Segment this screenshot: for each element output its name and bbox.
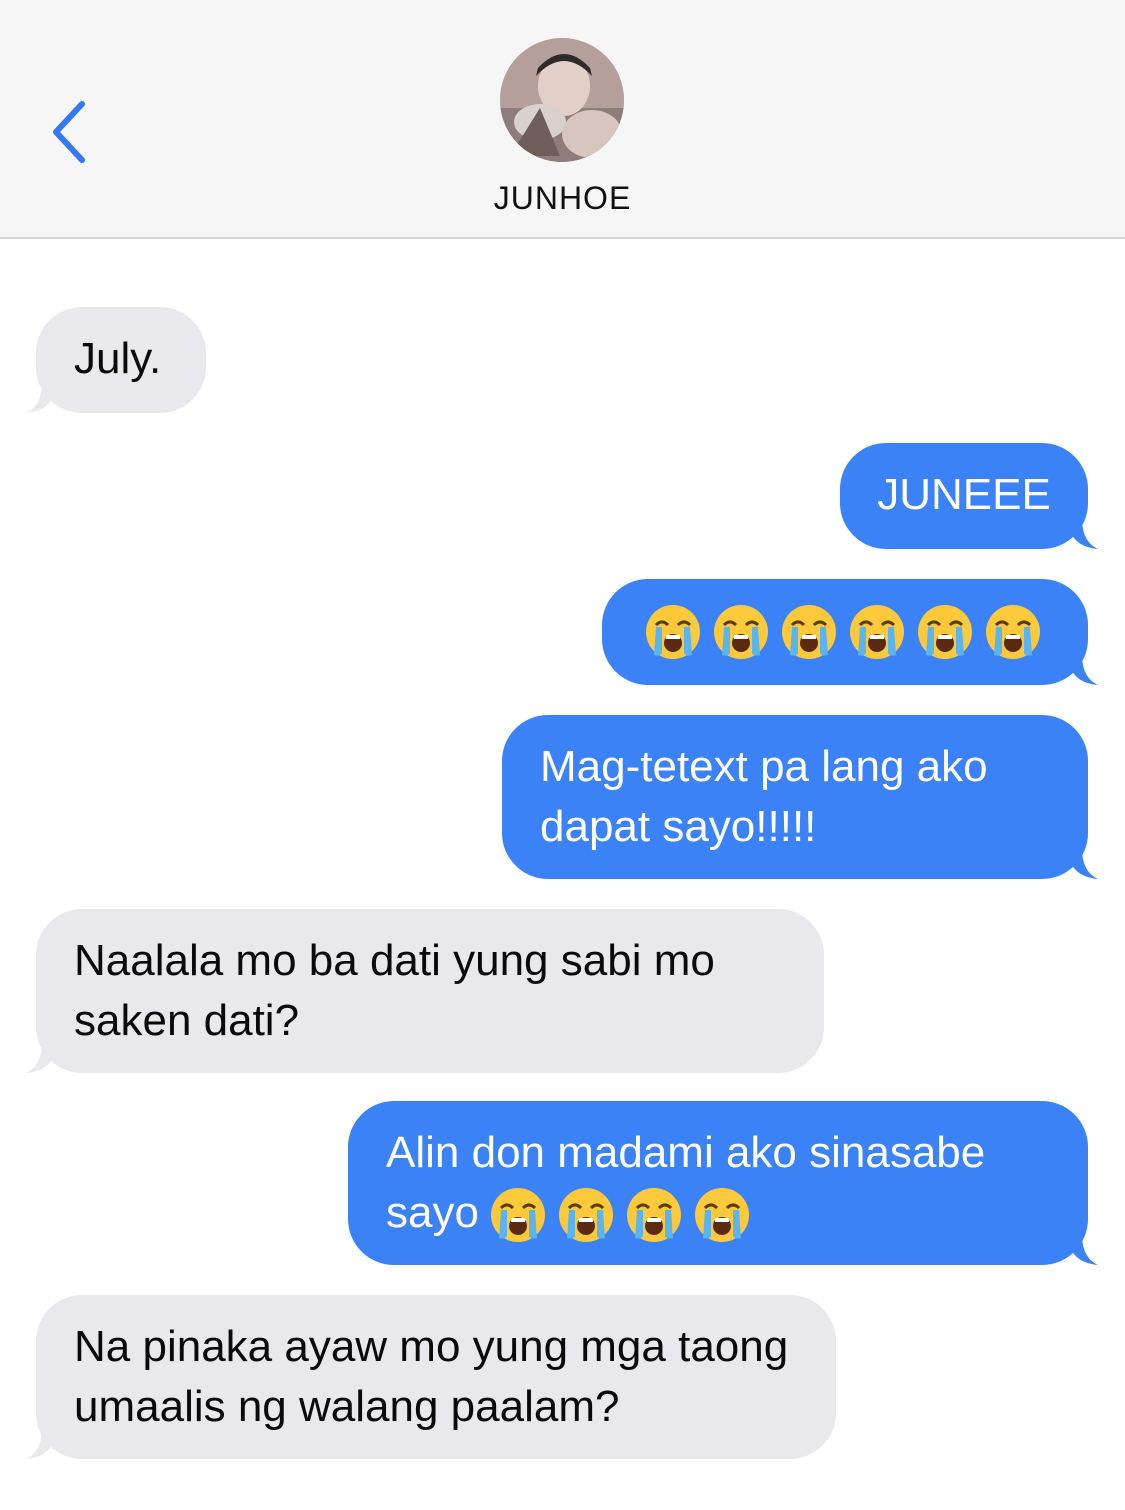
loudly-crying-face-icon <box>625 1186 683 1244</box>
message-bubble-incoming[interactable]: Naalala mo ba dati yung sabi mo saken da… <box>36 909 824 1073</box>
conversation-header: JUNHOE <box>0 0 1125 239</box>
contact-name[interactable]: JUNHOE <box>0 180 1125 217</box>
message-text: JUNEEE <box>877 470 1051 519</box>
bubble-tail <box>26 1421 54 1459</box>
contact-avatar[interactable] <box>500 38 624 162</box>
bubble-tail <box>1070 1227 1098 1265</box>
message-text: Naalala mo ba dati yung sabi mo saken da… <box>74 936 715 1045</box>
back-button[interactable] <box>40 92 100 172</box>
loudly-crying-face-icon <box>916 603 974 661</box>
loudly-crying-face-icon <box>693 1186 751 1244</box>
avatar-photo <box>500 38 624 162</box>
bubble-tail <box>1070 841 1098 879</box>
message-text: Mag-tetext pa lang ako dapat sayo!!!!! <box>540 742 988 851</box>
loudly-crying-face-icon <box>848 603 906 661</box>
message-bubble-outgoing[interactable]: Alin don madami ako sinasabe sayo <box>348 1101 1088 1265</box>
bubble-tail <box>1070 647 1098 685</box>
bubble-tail <box>26 1035 54 1073</box>
message-bubble-outgoing[interactable] <box>602 579 1088 685</box>
message-bubble-outgoing[interactable]: JUNEEE <box>840 443 1088 549</box>
loudly-crying-face-icon <box>557 1186 615 1244</box>
message-text: Na pinaka ayaw mo yung mga taong umaalis… <box>74 1322 789 1431</box>
loudly-crying-face-icon <box>489 1186 547 1244</box>
message-text: July. <box>74 334 162 383</box>
emoji-row <box>644 603 1050 661</box>
loudly-crying-face-icon <box>984 603 1042 661</box>
loudly-crying-face-icon <box>712 603 770 661</box>
bubble-tail <box>26 375 54 413</box>
message-bubble-incoming[interactable]: Na pinaka ayaw mo yung mga taong umaalis… <box>36 1295 836 1459</box>
loudly-crying-face-icon <box>644 603 702 661</box>
loudly-crying-face-icon <box>780 603 838 661</box>
message-bubble-outgoing[interactable]: Mag-tetext pa lang ako dapat sayo!!!!! <box>502 715 1088 879</box>
message-thread: July. JUNEEE Mag-tetext pa lang ako dapa… <box>0 239 1125 1510</box>
emoji-row <box>489 1186 751 1244</box>
chevron-left-icon <box>53 101 85 163</box>
bubble-tail <box>1070 511 1098 549</box>
